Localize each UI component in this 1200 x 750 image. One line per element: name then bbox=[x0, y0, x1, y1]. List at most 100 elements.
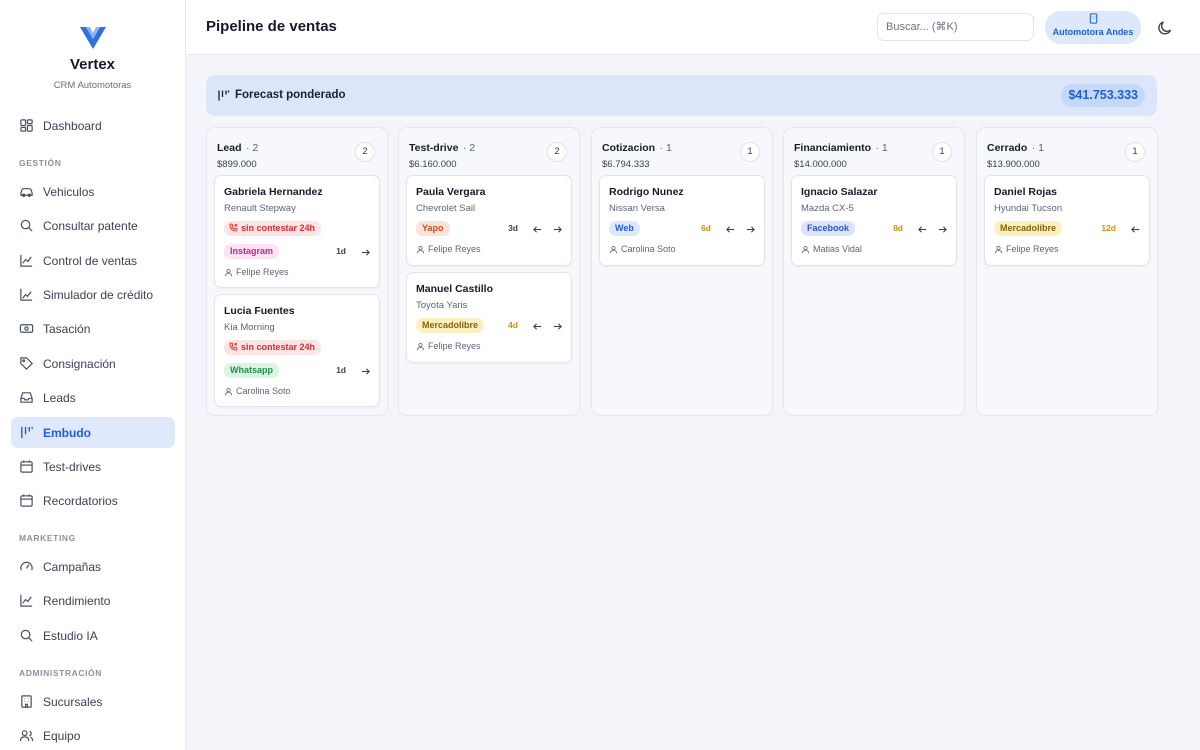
sidebar-item-consultar-patente[interactable]: Consultar patente bbox=[11, 210, 175, 241]
user-icon bbox=[224, 387, 233, 395]
sla-warning-text: sin contestar 24h bbox=[241, 223, 316, 233]
gauge-icon bbox=[20, 561, 33, 571]
sidebar-item-control-ventas[interactable]: Control de ventas bbox=[11, 245, 175, 276]
vehicle-model: Kia Morning bbox=[224, 322, 275, 333]
column-total: $6.794.333 bbox=[602, 159, 650, 170]
column-total: $14.000.000 bbox=[794, 159, 847, 170]
owner-name: Felipe Reyes bbox=[428, 341, 481, 351]
lead-source-badge: Web bbox=[609, 221, 640, 236]
owner-name: Felipe Reyes bbox=[428, 244, 481, 254]
arrow-left-icon[interactable] bbox=[917, 224, 928, 235]
tag-icon bbox=[20, 357, 33, 370]
sidebar-item-campanas[interactable]: Campañas bbox=[11, 551, 175, 582]
sidebar-item-label: Consignación bbox=[43, 356, 116, 371]
column-title-row: Cerrado · 1 bbox=[987, 138, 1044, 156]
lead-name: Ignacio Salazar bbox=[801, 186, 878, 198]
vehicle-model: Chevrolet Sail bbox=[416, 203, 476, 214]
sidebar-item-label: Leads bbox=[43, 390, 76, 405]
column-title-row: Cotizacion · 1 bbox=[602, 138, 672, 156]
lead-source-badge: Instagram bbox=[224, 244, 280, 259]
column-header: Lead · 2 $899.000 bbox=[217, 138, 258, 170]
column-count: · 2 bbox=[462, 142, 476, 154]
sidebar-item-leads[interactable]: Leads bbox=[11, 382, 175, 413]
column-header: Financiamiento · 1 $14.000.000 bbox=[794, 138, 888, 170]
line-chart-icon bbox=[20, 594, 33, 607]
search-icon bbox=[20, 219, 33, 232]
sidebar-item-label: Dashboard bbox=[43, 118, 102, 133]
lead-card[interactable]: Gabriela Hernandez Renault Stepway sin con… bbox=[214, 175, 380, 288]
column-title: Test-drive bbox=[409, 142, 459, 154]
sidebar-item-embudo[interactable]: Embudo bbox=[11, 417, 175, 448]
moon-icon[interactable] bbox=[1156, 19, 1174, 37]
days-in-stage: 4d bbox=[508, 320, 518, 330]
sidebar-item-label: Embudo bbox=[43, 425, 91, 440]
lead-card[interactable]: Manuel Castillo Toyota Yaris Mercadolibre 4… bbox=[406, 272, 572, 363]
lead-source-badge: Mercadolibre bbox=[994, 221, 1063, 236]
assigned-owner: Matias Vidal bbox=[801, 244, 862, 254]
lead-name: Daniel Rojas bbox=[994, 186, 1058, 198]
column-count-badge: 1 bbox=[740, 142, 760, 162]
organization-name: Automotora Andes bbox=[1052, 27, 1134, 37]
column-header: Cotizacion · 1 $6.794.333 bbox=[602, 138, 672, 170]
assigned-owner: Felipe Reyes bbox=[416, 244, 481, 254]
arrow-right-icon[interactable] bbox=[552, 224, 563, 235]
column-title-row: Lead · 2 bbox=[217, 138, 258, 156]
arrow-left-icon[interactable] bbox=[532, 224, 543, 235]
column-total: $899.000 bbox=[217, 159, 257, 170]
sidebar-item-rendimiento[interactable]: Rendimiento bbox=[11, 585, 175, 616]
sidebar-item-dashboard[interactable]: Dashboard bbox=[11, 110, 175, 141]
sidebar-item-recordatorios[interactable]: Recordatorios bbox=[11, 485, 175, 516]
user-icon bbox=[994, 245, 1003, 253]
sidebar-item-estudio-ia[interactable]: Estudio IA bbox=[11, 620, 175, 651]
sidebar-item-sucursales[interactable]: Sucursales bbox=[11, 686, 175, 717]
car-icon bbox=[20, 188, 33, 197]
column-total: $6.160.000 bbox=[409, 159, 457, 170]
sidebar-item-test-drives[interactable]: Test-drives bbox=[11, 451, 175, 482]
user-icon bbox=[416, 342, 425, 350]
page-title: Pipeline de ventas bbox=[206, 18, 337, 35]
column-title: Financiamiento bbox=[794, 142, 872, 154]
kanban-icon bbox=[21, 426, 33, 439]
lead-card[interactable]: Rodrigo Nunez Nissan Versa Web 6d Carolina S… bbox=[599, 175, 765, 266]
arrow-right-icon[interactable] bbox=[937, 224, 948, 235]
sidebar-item-simulador-credito[interactable]: Simulador de crédito bbox=[11, 279, 175, 310]
user-icon bbox=[416, 245, 425, 253]
arrow-right-icon[interactable] bbox=[552, 321, 563, 332]
owner-name: Felipe Reyes bbox=[1006, 244, 1059, 254]
sidebar: Vertex CRM Automotoras Dashboard GESTIÓN… bbox=[0, 0, 186, 750]
column-count-badge: 2 bbox=[355, 142, 375, 162]
lead-name: Gabriela Hernandez bbox=[224, 186, 323, 198]
sla-warning-text: sin contestar 24h bbox=[241, 342, 316, 352]
sidebar-item-tasacion[interactable]: Tasación bbox=[11, 313, 175, 344]
search-input[interactable] bbox=[877, 13, 1034, 41]
sla-warning-badge: sin contestar 24h bbox=[224, 340, 322, 355]
arrow-left-icon[interactable] bbox=[725, 224, 736, 235]
sla-warning-badge: sin contestar 24h bbox=[224, 221, 322, 236]
arrow-right-icon[interactable] bbox=[360, 366, 371, 377]
pipeline-column-cotizacion: Cotizacion · 1 $6.794.333 1 Rodrigo Nunez Ni… bbox=[591, 127, 773, 416]
sidebar-item-vehiculos[interactable]: Vehiculos bbox=[11, 176, 175, 207]
lead-source-badge: Whatsapp bbox=[224, 363, 280, 378]
arrow-left-icon[interactable] bbox=[1130, 224, 1141, 235]
sidebar-item-equipo[interactable]: Equipo bbox=[11, 720, 175, 750]
vehicle-model: Mazda CX-5 bbox=[801, 203, 854, 214]
lead-card[interactable]: Daniel Rojas Hyundai Tucson Mercadolibre 12… bbox=[984, 175, 1150, 266]
arrow-left-icon[interactable] bbox=[532, 321, 543, 332]
trending-chart-icon bbox=[20, 288, 33, 301]
arrow-right-icon[interactable] bbox=[745, 224, 756, 235]
lead-card[interactable]: Lucia Fuentes Kia Morning sin contestar 24… bbox=[214, 294, 380, 407]
sidebar-item-consignacion[interactable]: Consignación bbox=[11, 348, 175, 379]
inbox-icon bbox=[20, 392, 33, 403]
column-header: Cerrado · 1 $13.900.000 bbox=[987, 138, 1044, 170]
organization-switcher-button[interactable]: Automotora Andes bbox=[1045, 11, 1141, 44]
forecast-value: $41.753.333 bbox=[1061, 84, 1145, 107]
lead-card[interactable]: Ignacio Salazar Mazda CX-5 Facebook 8d Matia… bbox=[791, 175, 957, 266]
vertex-logo-icon bbox=[79, 27, 106, 49]
arrow-right-icon[interactable] bbox=[360, 247, 371, 258]
column-count: · 1 bbox=[1031, 142, 1044, 154]
assigned-owner: Felipe Reyes bbox=[416, 341, 481, 351]
lead-source-badge: Mercadolibre bbox=[416, 318, 485, 333]
days-in-stage: 1d bbox=[336, 246, 346, 256]
banknote-icon bbox=[19, 324, 34, 333]
lead-card[interactable]: Paula Vergara Chevrolet Sail Yapo 3d Felipe … bbox=[406, 175, 572, 266]
